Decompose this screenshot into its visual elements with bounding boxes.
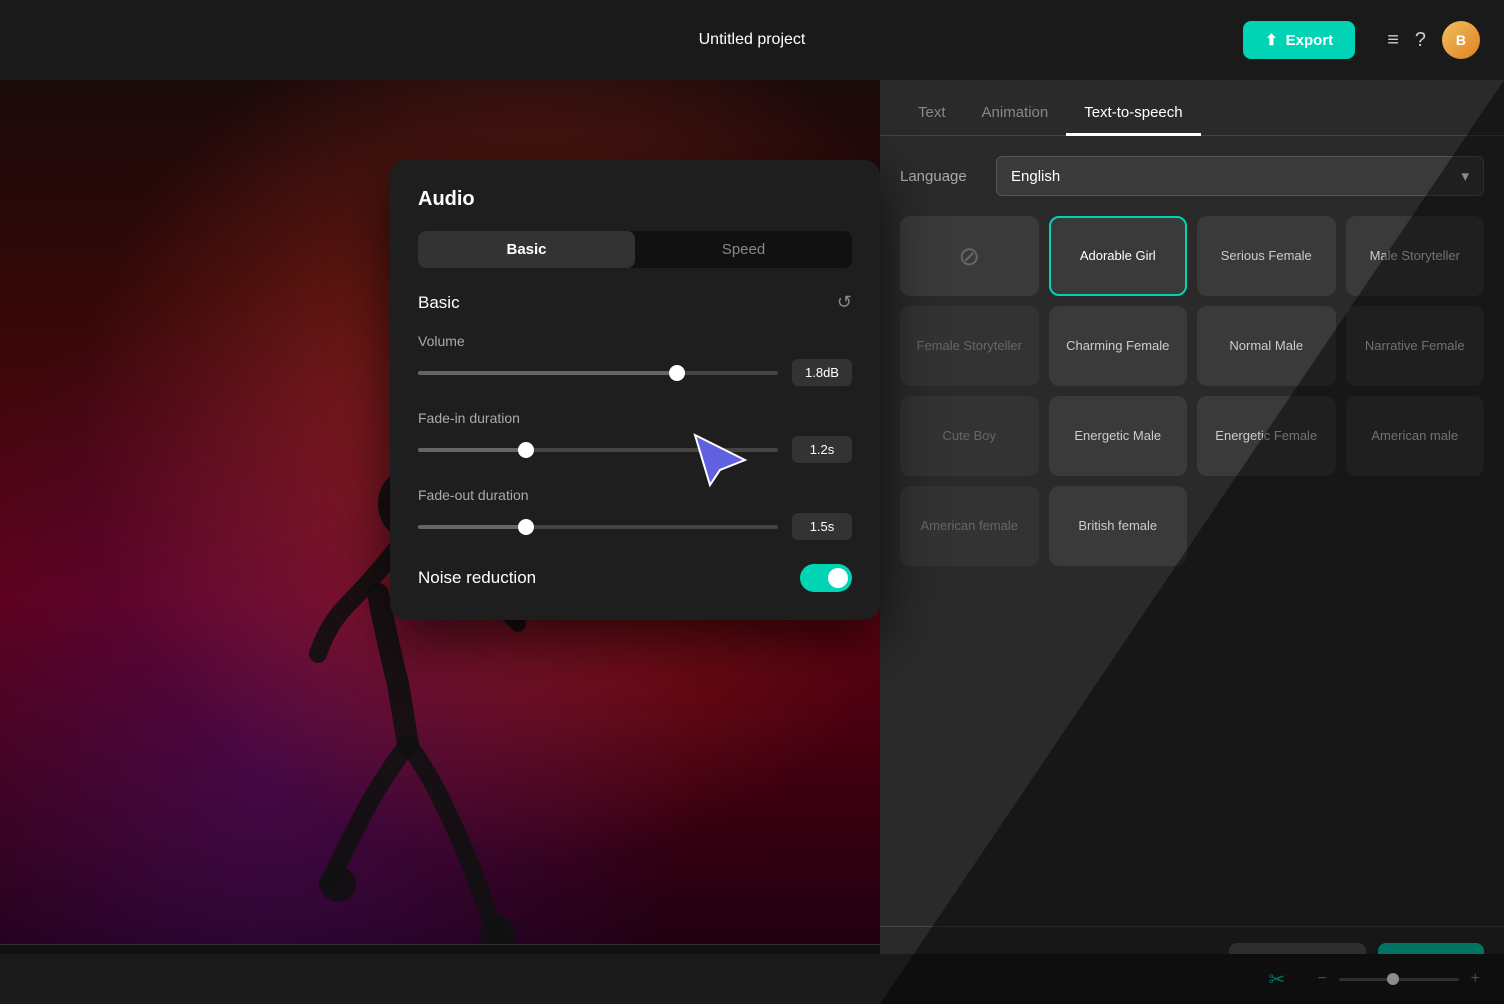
noise-row: Noise reduction — [418, 564, 852, 592]
no-voice-icon: ⊘ — [958, 238, 980, 274]
project-title: Untitled project — [509, 31, 994, 49]
voice-card-american-female[interactable]: American female — [900, 486, 1039, 566]
language-row: Language English ▾ — [900, 156, 1484, 196]
volume-fill — [418, 371, 677, 375]
voice-card-british-female[interactable]: British female — [1049, 486, 1188, 566]
voice-card-charming-female[interactable]: Charming Female — [1049, 306, 1188, 386]
topbar-icons: ≡ ? B — [1387, 21, 1480, 59]
zoom-in-icon[interactable]: + — [1471, 970, 1480, 988]
modal-tab-basic[interactable]: Basic — [418, 231, 635, 268]
fade-in-value: 1.2s — [792, 436, 852, 463]
zoom-track[interactable] — [1339, 978, 1459, 981]
volume-row: Volume 1.8dB — [418, 333, 852, 386]
voice-card-energetic-female[interactable]: Energetic Female — [1197, 396, 1336, 476]
language-value: English — [1011, 168, 1060, 185]
voice-card-adorable-girl[interactable]: Adorable Girl — [1049, 216, 1188, 296]
volume-value: 1.8dB — [792, 359, 852, 386]
fade-in-label: Fade-in duration — [418, 410, 852, 426]
noise-label: Noise reduction — [418, 568, 800, 588]
voice-grid: ⊘ Adorable Girl Serious Female Male Stor… — [900, 216, 1484, 566]
volume-track[interactable] — [418, 371, 778, 375]
fade-in-track[interactable] — [418, 448, 778, 452]
fade-out-value: 1.5s — [792, 513, 852, 540]
chevron-down-icon: ▾ — [1461, 167, 1469, 185]
fade-out-control: 1.5s — [418, 513, 852, 540]
audio-modal: Audio Basic Speed Basic ↺ Volume 1.8dB F… — [390, 160, 880, 620]
tab-tts[interactable]: Text-to-speech — [1066, 92, 1200, 136]
fade-out-thumb[interactable] — [518, 519, 534, 535]
language-select[interactable]: English ▾ — [996, 156, 1484, 196]
modal-title: Audio — [418, 188, 852, 211]
zoom-thumb[interactable] — [1387, 973, 1399, 985]
fade-in-thumb[interactable] — [518, 442, 534, 458]
scissors-icon[interactable]: ✂ — [1269, 967, 1286, 992]
right-panel: Text Animation Text-to-speech Language E… — [880, 80, 1504, 1004]
voice-card-empty-2 — [1346, 486, 1485, 566]
fade-in-control: 1.2s — [418, 436, 852, 463]
voice-card-narrative-female[interactable]: Narrative Female — [1346, 306, 1485, 386]
voice-card-energetic-male[interactable]: Energetic Male — [1049, 396, 1188, 476]
voice-card-normal-male[interactable]: Normal Male — [1197, 306, 1336, 386]
tab-animation[interactable]: Animation — [964, 92, 1067, 136]
tts-panel: Language English ▾ ⊘ Adorable Girl Serio… — [880, 136, 1504, 926]
toggle-thumb — [828, 568, 848, 588]
voice-card-cute-boy[interactable]: Cute Boy — [900, 396, 1039, 476]
menu-icon[interactable]: ≡ — [1387, 29, 1399, 52]
tab-bar: Text Animation Text-to-speech — [880, 80, 1504, 136]
voice-card-serious-female[interactable]: Serious Female — [1197, 216, 1336, 296]
voice-card-no-voice[interactable]: ⊘ — [900, 216, 1039, 296]
export-button[interactable]: ⬆ Export — [1243, 21, 1355, 59]
topbar: Untitled project ⬆ Export ≡ ? B — [0, 0, 1504, 80]
volume-control: 1.8dB — [418, 359, 852, 386]
basic-section-title: Basic — [418, 293, 460, 313]
fade-out-row: Fade-out duration 1.5s — [418, 487, 852, 540]
avatar[interactable]: B — [1442, 21, 1480, 59]
fade-in-fill — [418, 448, 526, 452]
voice-card-female-storyteller[interactable]: Female Storyteller — [900, 306, 1039, 386]
noise-toggle[interactable] — [800, 564, 852, 592]
modal-tab-bar: Basic Speed — [418, 231, 852, 268]
fade-out-label: Fade-out duration — [418, 487, 852, 503]
zoom-out-icon[interactable]: − — [1317, 970, 1326, 988]
fade-in-row: Fade-in duration 1.2s — [418, 410, 852, 463]
voice-card-empty-1 — [1197, 486, 1336, 566]
help-icon[interactable]: ? — [1415, 29, 1426, 52]
fade-out-fill — [418, 525, 526, 529]
export-icon: ⬆ — [1265, 31, 1278, 49]
volume-thumb[interactable] — [669, 365, 685, 381]
voice-card-american-male[interactable]: American male — [1346, 396, 1485, 476]
basic-section-header: Basic ↺ — [418, 292, 852, 313]
reset-button[interactable]: ↺ — [837, 292, 852, 313]
fade-out-track[interactable] — [418, 525, 778, 529]
zoom-bar: ✂ − + — [0, 954, 1504, 1004]
tab-text[interactable]: Text — [900, 92, 964, 136]
volume-label: Volume — [418, 333, 852, 349]
modal-tab-speed[interactable]: Speed — [635, 231, 852, 268]
voice-card-male-storyteller[interactable]: Male Storyteller — [1346, 216, 1485, 296]
language-label: Language — [900, 168, 980, 185]
